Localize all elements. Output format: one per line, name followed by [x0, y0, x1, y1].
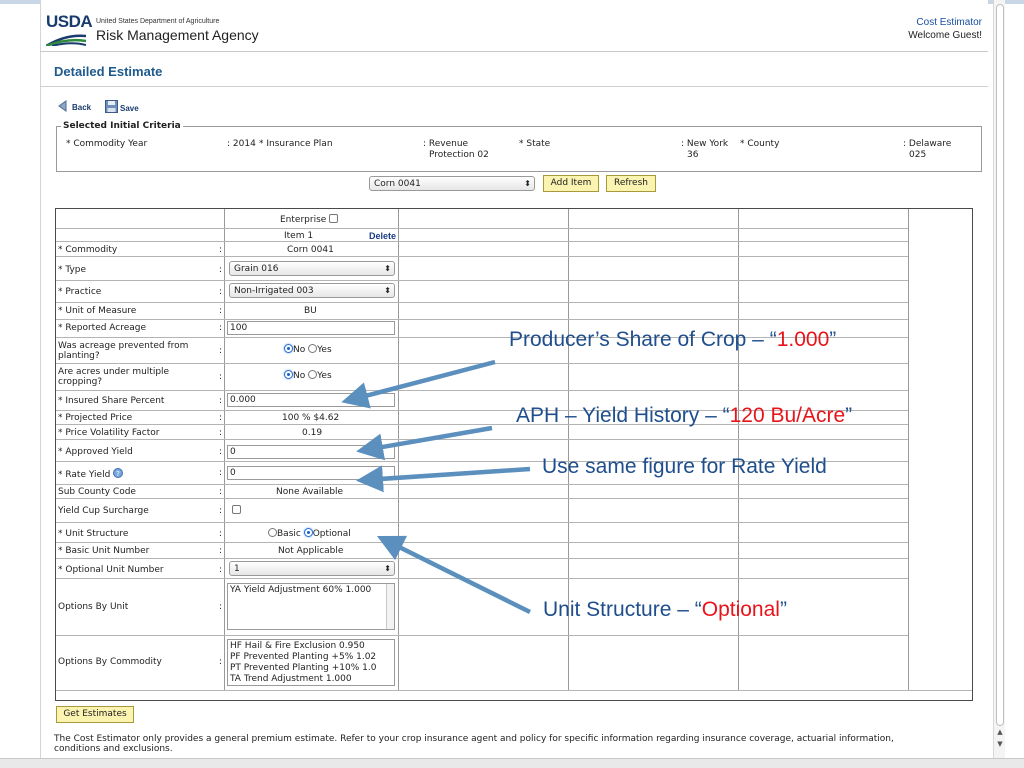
annotation-share-text: Producer’s Share of Crop – “ — [509, 328, 777, 351]
annotation-aph: APH – Yield History – “120 Bu/Acre” — [516, 404, 852, 428]
annotation-aph-value: 120 Bu/Acre — [729, 404, 846, 427]
annotation-share-end: ” — [829, 328, 837, 351]
annotation-aph-end: ” — [845, 404, 853, 427]
annotation-aph-text: APH – Yield History – “ — [516, 404, 730, 427]
annotation-rate-text: Use same figure for Rate Yield — [542, 455, 827, 478]
arrow-share — [341, 359, 496, 409]
annotation-unit-end: ” — [779, 598, 787, 621]
annotation-arrows — [341, 359, 532, 615]
annotation-unit-text: Unit Structure – “ — [543, 598, 702, 621]
arrow-aph — [356, 425, 493, 461]
arrow-rate — [356, 465, 531, 493]
annotation-unit: Unit Structure – “Optional” — [543, 598, 787, 622]
annotation-share-value: 1.000 — [776, 328, 830, 351]
annotation-unit-value: Optional — [701, 598, 780, 621]
annotation-rate: Use same figure for Rate Yield — [542, 455, 827, 479]
annotation-share: Producer’s Share of Crop – “1.000” — [509, 328, 836, 352]
arrow-unit — [376, 535, 532, 615]
